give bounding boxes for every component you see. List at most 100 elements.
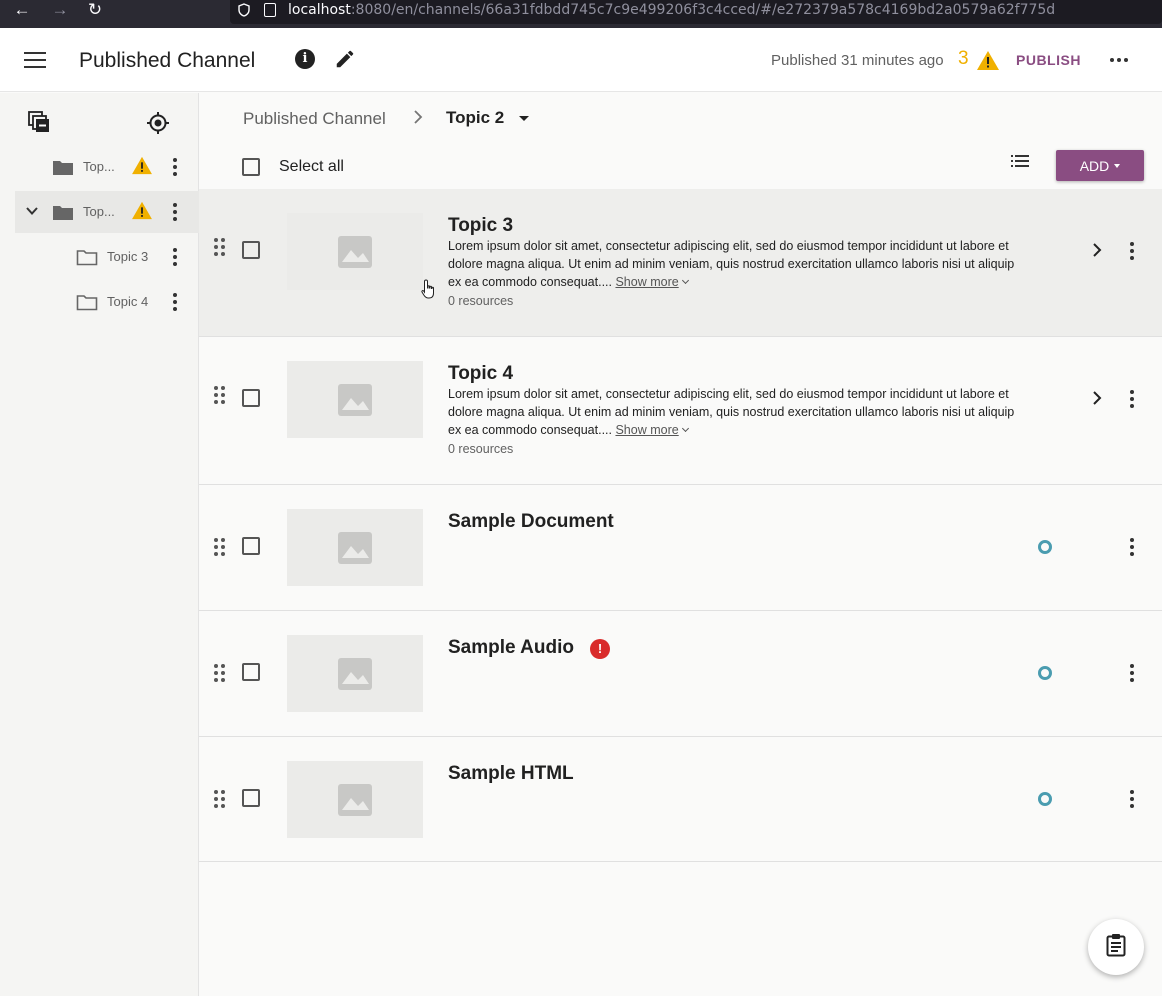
row-checkbox[interactable] <box>242 537 260 555</box>
caret-down-icon <box>1114 163 1121 168</box>
edit-pencil-icon[interactable] <box>334 48 356 70</box>
drag-handle-icon[interactable] <box>214 664 225 682</box>
row-title[interactable]: Topic 4 <box>448 363 513 385</box>
more-options-icon[interactable] <box>1130 664 1134 682</box>
publish-button[interactable]: PUBLISH <box>1016 52 1081 68</box>
thumbnail <box>287 213 423 290</box>
row-title[interactable]: Sample Audio <box>448 637 574 659</box>
row-checkbox[interactable] <box>242 663 260 681</box>
row-description: Lorem ipsum dolor sit amet, consectetur … <box>448 239 1015 289</box>
resource-count: 0 resources <box>448 294 514 308</box>
select-all-checkbox[interactable] <box>242 158 260 176</box>
chevron-down-icon[interactable] <box>25 204 39 223</box>
back-arrow-icon[interactable]: ← <box>10 0 34 20</box>
warning-icon[interactable] <box>976 50 1000 76</box>
thumbnail <box>287 361 423 438</box>
clipboard-button[interactable] <box>1088 919 1144 975</box>
more-options-icon[interactable] <box>1110 58 1128 62</box>
image-placeholder-icon <box>338 236 372 273</box>
folder-icon <box>52 159 74 181</box>
list-view-icon[interactable] <box>1011 154 1029 173</box>
show-more-link[interactable]: Show more <box>615 423 678 437</box>
sidebar-item-topic-3[interactable]: Topic 3 <box>15 236 199 278</box>
thumbnail <box>287 509 423 586</box>
drag-handle-icon[interactable] <box>214 238 225 256</box>
list-item[interactable]: Sample Document <box>199 485 1162 611</box>
row-title[interactable]: Sample HTML <box>448 763 574 785</box>
locate-icon[interactable] <box>146 111 170 135</box>
warning-count: 3 <box>958 48 969 69</box>
hand-cursor-icon <box>421 279 439 304</box>
select-all-label[interactable]: Select all <box>279 158 344 176</box>
shield-icon <box>238 3 252 17</box>
sidebar-item-topic-2[interactable]: Top... <box>15 191 199 233</box>
chevron-right-icon[interactable] <box>1091 242 1103 263</box>
row-checkbox[interactable] <box>242 789 260 807</box>
more-options-icon[interactable] <box>1130 390 1134 408</box>
sidebar-tree: Top... Top... Topic 3 Topic 4 <box>0 93 199 996</box>
progress-status-icon <box>1038 792 1052 806</box>
sidebar-item-label: Top... <box>83 159 115 174</box>
folder-icon <box>52 204 74 226</box>
image-placeholder-icon <box>338 784 372 821</box>
row-title[interactable]: Sample Document <box>448 511 614 533</box>
list-item[interactable]: Topic 4 Lorem ipsum dolor sit amet, cons… <box>199 337 1162 485</box>
chevron-down-icon <box>681 276 689 285</box>
collapse-all-icon[interactable] <box>28 111 50 133</box>
more-options-icon[interactable] <box>173 293 177 311</box>
drag-handle-icon[interactable] <box>214 386 225 404</box>
clipboard-icon <box>1106 933 1126 962</box>
sidebar-item-topic-4[interactable]: Topic 4 <box>15 281 199 323</box>
row-checkbox[interactable] <box>242 389 260 407</box>
show-more-link[interactable]: Show more <box>615 275 678 289</box>
drag-handle-icon[interactable] <box>214 790 225 808</box>
more-options-icon[interactable] <box>1130 538 1134 556</box>
forward-arrow-icon[interactable]: → <box>48 0 72 20</box>
resource-count: 0 resources <box>448 442 514 456</box>
more-options-icon[interactable] <box>173 203 177 221</box>
thumbnail <box>287 761 423 838</box>
main-content: Published Channel Topic 2 Select all ADD… <box>199 93 1162 996</box>
list-item[interactable]: Sample Audio ! <box>199 611 1162 737</box>
channel-title: Published Channel <box>79 49 256 72</box>
page-icon <box>264 3 276 17</box>
thumbnail <box>287 635 423 712</box>
warning-icon <box>131 201 153 225</box>
breadcrumb-root[interactable]: Published Channel <box>243 109 386 129</box>
add-button-label: ADD <box>1079 157 1110 174</box>
menu-icon[interactable] <box>24 52 46 68</box>
chevron-down-icon <box>681 424 689 433</box>
publish-status-text: Published 31 minutes ago <box>771 52 944 69</box>
breadcrumb-current[interactable]: Topic 2 <box>446 108 504 128</box>
image-placeholder-icon <box>338 532 372 569</box>
folder-outline-icon <box>76 294 98 316</box>
url-text: localhost:8080/en/channels/66a31fdbdd745… <box>288 2 1056 18</box>
caret-down-icon[interactable] <box>519 116 529 121</box>
more-options-icon[interactable] <box>173 248 177 266</box>
warning-icon <box>131 156 153 180</box>
chevron-right-icon[interactable] <box>1091 390 1103 411</box>
error-icon: ! <box>590 639 610 659</box>
row-title[interactable]: Topic 3 <box>448 215 513 237</box>
more-options-icon[interactable] <box>1130 790 1134 808</box>
sidebar-item-label: Topic 3 <box>107 249 149 264</box>
sidebar-item-topic-1[interactable]: Top... <box>15 146 199 188</box>
progress-status-icon <box>1038 666 1052 680</box>
chevron-right-icon <box>412 109 424 130</box>
sidebar-item-label: Top... <box>83 204 115 219</box>
reload-icon[interactable]: ↻ <box>83 0 107 20</box>
list-item[interactable]: Sample HTML <box>199 737 1162 862</box>
url-bar[interactable]: localhost:8080/en/channels/66a31fdbdd745… <box>230 0 1162 24</box>
more-options-icon[interactable] <box>173 158 177 176</box>
drag-handle-icon[interactable] <box>214 538 225 556</box>
row-checkbox[interactable] <box>242 241 260 259</box>
list-item[interactable]: Topic 3 Lorem ipsum dolor sit amet, cons… <box>199 189 1162 337</box>
add-button[interactable]: ADD <box>1056 150 1144 181</box>
image-placeholder-icon <box>338 384 372 421</box>
info-icon[interactable]: i <box>295 49 315 69</box>
row-description: Lorem ipsum dolor sit amet, consectetur … <box>448 387 1015 437</box>
progress-status-icon <box>1038 540 1052 554</box>
more-options-icon[interactable] <box>1130 242 1134 260</box>
folder-outline-icon <box>76 249 98 271</box>
browser-toolbar: ← → ↻ localhost:8080/en/channels/66a31fd… <box>0 0 1162 28</box>
